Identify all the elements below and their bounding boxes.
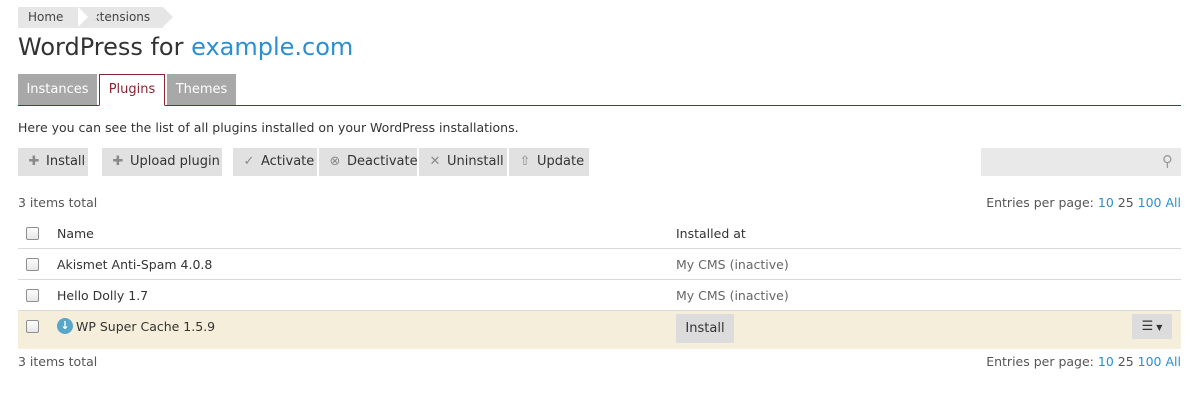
- tab-instances-label: Instances: [26, 82, 89, 97]
- entries-per-page-label: Entries per page:: [986, 195, 1094, 210]
- row-checkbox[interactable]: [26, 320, 39, 333]
- tab-themes-label: Themes: [175, 82, 228, 97]
- breadcrumb-home-label: Home: [28, 10, 64, 24]
- column-header-installed-at[interactable]: Installed at: [676, 226, 746, 241]
- tab-themes[interactable]: Themes: [167, 74, 236, 105]
- items-total-top: 3 items total: [18, 195, 98, 210]
- page-size-all[interactable]: All: [1166, 195, 1182, 210]
- upload-plugin-button-label: Upload plugin: [130, 154, 220, 169]
- activate-button[interactable]: ✓ Activate: [233, 148, 317, 176]
- page-size-10[interactable]: 10: [1098, 354, 1114, 369]
- search-icon[interactable]: ⚲: [1162, 152, 1173, 170]
- page-size-100[interactable]: 100: [1138, 195, 1162, 210]
- page-size-25: 25: [1117, 354, 1134, 369]
- domain-link[interactable]: example.com: [191, 33, 353, 61]
- tab-instances[interactable]: Instances: [18, 74, 97, 105]
- caret-down-icon: ▼: [1156, 323, 1163, 332]
- row-checkbox[interactable]: [26, 289, 39, 302]
- install-button[interactable]: ✚ Install: [18, 148, 88, 176]
- entries-per-page-label: Entries per page:: [986, 354, 1094, 369]
- arrow-up-icon: ⇧: [519, 154, 531, 169]
- update-button-label: Update: [537, 154, 585, 169]
- download-icon: ↓: [57, 318, 73, 334]
- breadcrumb-separator: [78, 7, 88, 27]
- tab-plugins-label: Plugins: [108, 82, 156, 97]
- hamburger-icon: ☰: [1141, 319, 1154, 334]
- update-button[interactable]: ⇧ Update: [509, 148, 589, 176]
- upload-plugin-button[interactable]: ✚ Upload plugin: [102, 148, 222, 176]
- deactivate-button[interactable]: ⊗ Deactivate: [319, 148, 418, 176]
- column-header-name[interactable]: Name: [57, 226, 94, 241]
- deactivate-button-label: Deactivate: [347, 154, 418, 169]
- cancel-circle-icon: ⊗: [329, 154, 341, 169]
- uninstall-button[interactable]: ✕ Uninstall: [419, 148, 507, 176]
- select-all-checkbox[interactable]: [26, 227, 39, 240]
- entries-per-page-bottom: Entries per page: 10 25 100 All: [986, 354, 1181, 369]
- page-description: Here you can see the list of all plugins…: [18, 120, 519, 135]
- cross-icon: ✕: [429, 154, 441, 169]
- installed-at: My CMS (inactive): [676, 288, 789, 303]
- page-size-100[interactable]: 100: [1138, 354, 1162, 369]
- plus-icon: ✚: [28, 154, 40, 169]
- activate-button-label: Activate: [261, 154, 315, 169]
- items-total-bottom: 3 items total: [18, 354, 98, 369]
- plugin-name: WP Super Cache 1.5.9: [76, 319, 216, 334]
- tab-plugins[interactable]: Plugins: [99, 74, 165, 106]
- tab-underline: [18, 105, 1181, 106]
- page-size-25: 25: [1117, 195, 1134, 210]
- header-divider: [18, 248, 1181, 249]
- page-size-10[interactable]: 10: [1098, 195, 1114, 210]
- install-button-label: Install: [46, 154, 86, 169]
- check-circle-icon: ✓: [243, 154, 255, 169]
- entries-per-page-top: Entries per page: 10 25 100 All: [986, 195, 1181, 210]
- plus-icon: ✚: [112, 154, 124, 169]
- search-input[interactable]: ⚲: [981, 148, 1181, 176]
- row-actions-menu-button[interactable]: ☰ ▼: [1132, 314, 1172, 339]
- plugin-name: Akismet Anti-Spam 4.0.8: [57, 257, 213, 272]
- uninstall-button-label: Uninstall: [447, 154, 504, 169]
- page-title: WordPress for example.com: [18, 33, 353, 61]
- page-size-all[interactable]: All: [1166, 354, 1182, 369]
- plugin-name: Hello Dolly 1.7: [57, 288, 149, 303]
- row-checkbox[interactable]: [26, 258, 39, 271]
- row-divider: [18, 279, 1181, 280]
- installed-at: My CMS (inactive): [676, 257, 789, 272]
- row-install-button[interactable]: Install: [676, 314, 734, 343]
- page-title-prefix: WordPress for: [18, 33, 192, 61]
